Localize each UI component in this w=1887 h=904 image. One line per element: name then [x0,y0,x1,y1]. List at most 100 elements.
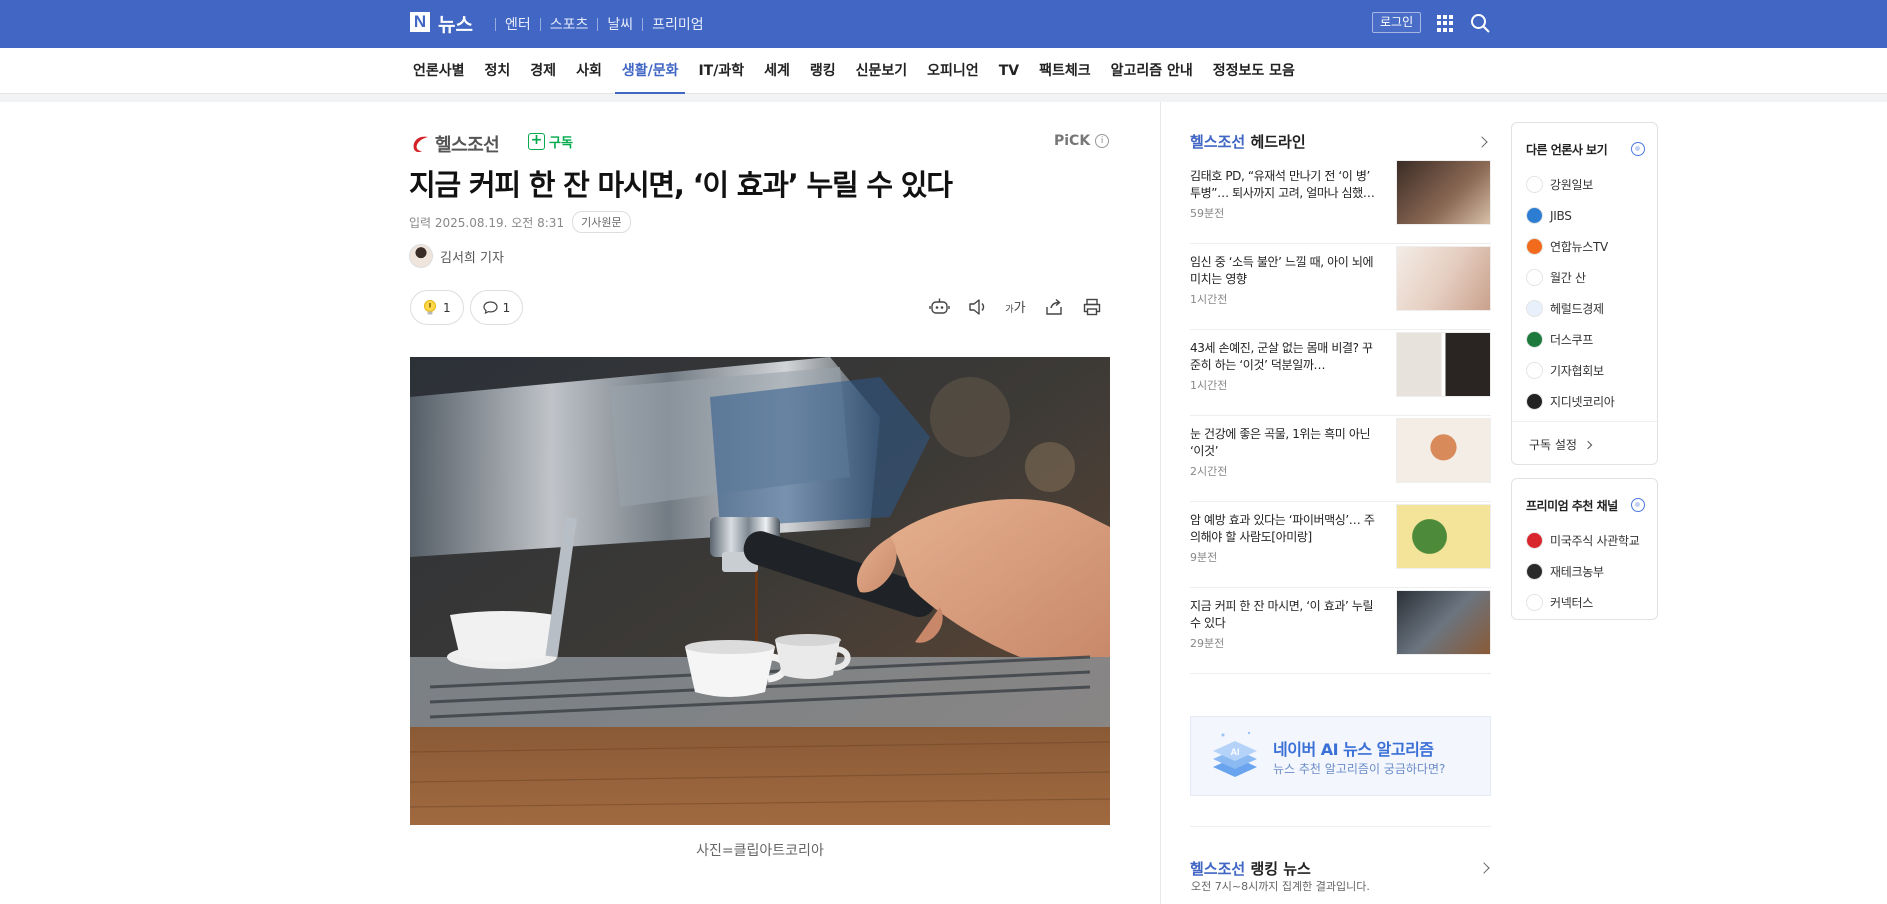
top-nav-premium[interactable]: 프리미엄 [652,14,704,34]
headline-thumbnail[interactable] [1396,590,1491,655]
press-item-name: 강원일보 [1550,178,1593,192]
section-tab[interactable]: 오피니언 [917,48,989,94]
ranking-header[interactable]: 헬스조선 랭킹 뉴스 [1190,858,1311,879]
article-photo[interactable] [410,357,1110,825]
headline-title[interactable]: 암 예방 효과 있다는 ‘파이버맥싱’… 주의해야 할 사람도[아미랑] [1190,512,1378,546]
print-button[interactable] [1081,296,1102,317]
headline-title[interactable]: 43세 손예진, 군살 없는 몸매 비결? 꾸준히 하는 ‘이것’ 덕분일까… [1190,340,1378,374]
subscribe-button[interactable]: + 구독 [528,132,573,151]
section-tab[interactable]: 신문보기 [846,48,918,94]
section-tab[interactable]: 정치 [475,48,521,94]
section-tab[interactable]: TV [989,48,1029,94]
listen-button[interactable] [967,296,988,317]
press-name: 헬스조선 [435,135,500,156]
apps-grid-icon[interactable] [1437,15,1454,32]
headline-thumbnail[interactable] [1396,504,1491,569]
section-tab[interactable]: 사회 [566,48,612,94]
login-button[interactable]: 로그인 [1372,12,1422,33]
headline-time: 1시간전 [1190,293,1228,306]
other-press-panel: 다른 언론사 보기 강원일보 JIBS 연합뉴스TV 월간 산 헤럴드경제 더스쿠프 기자협… [1511,122,1658,465]
summary-bot-button[interactable] [929,296,950,317]
top-nav-weather[interactable]: 날씨 [607,14,633,34]
section-tab[interactable]: 언론사별 [403,48,475,94]
headline-thumbnail[interactable] [1396,160,1491,225]
top-header: N 뉴스 엔터 스포츠 날씨 프리미엄 로그인 [0,0,1887,48]
press-logo[interactable]: 헬스조선 [410,131,500,157]
divider-band [0,94,1887,102]
headline-title[interactable]: 임신 중 ‘소득 불안’ 느낄 때, 아이 뇌에 미치는 영향 [1190,254,1378,288]
section-tab[interactable]: 정정보도 모음 [1203,48,1305,94]
press-item[interactable]: JIBS [1526,200,1614,231]
press-logo-icon [1526,269,1543,286]
settings-label: 구독 설정 [1529,438,1577,452]
list-item[interactable]: 임신 중 ‘소득 불안’ 느낄 때, 아이 뇌에 미치는 영향 1시간전 [1190,244,1491,330]
section-tab[interactable]: IT/과학 [688,48,754,94]
share-button[interactable] [1043,296,1064,317]
photo-caption: 사진=클립아트코리아 [696,843,824,859]
headline-thumbnail[interactable] [1396,246,1491,311]
reaction-button[interactable]: 1 [410,290,464,325]
ai-stack-icon: AI [1213,731,1257,777]
ai-algorithm-banner[interactable]: AI 네이버 AI 뉴스 알고리즘 뉴스 추천 알고리즘이 궁금하다면? [1190,716,1491,796]
ai-banner-title: 네이버 AI 뉴스 알고리즘 [1273,740,1434,759]
top-nav-sports[interactable]: 스포츠 [550,14,589,34]
section-tab[interactable]: 세계 [754,48,800,94]
press-logo-icon [1526,300,1543,317]
original-article-button[interactable]: 기사원문 [572,211,631,233]
refresh-icon[interactable] [1631,498,1645,512]
list-item[interactable]: 43세 손예진, 군살 없는 몸매 비결? 꾸준히 하는 ‘이것’ 덕분일까… … [1190,330,1491,416]
press-item[interactable]: 미국주식 사관학교 [1526,525,1640,556]
headline-time: 59분전 [1190,207,1225,220]
section-tab[interactable]: 랭킹 [800,48,846,94]
press-logo-icon [1526,238,1543,255]
press-item[interactable]: 재테크농부 [1526,556,1639,587]
naver-logo[interactable]: N [410,12,430,32]
press-item[interactable]: 월간 산 [1526,262,1614,293]
press-item[interactable]: 연합뉴스TV [1526,231,1614,262]
section-nav: 언론사별 정치 경제 사회 생활/문화 IT/과학 세계 랭킹 신문보기 오피니언 TV 팩트체크 알고… [0,48,1887,94]
top-nav-entertain[interactable]: 엔터 [505,14,531,34]
pick-badge[interactable]: PiCK i [1054,133,1110,149]
news-logo-text[interactable]: 뉴스 [438,10,473,37]
press-logo-icon [1526,331,1543,348]
section-tab[interactable]: 생활/문화 [612,48,689,94]
comment-button[interactable]: 1 [469,290,524,325]
headline-title[interactable]: 김태호 PD, “유재석 만나기 전 ‘이 병’ 투병”… 퇴사까지 고려, 얼… [1190,168,1378,202]
section-tab[interactable]: 팩트체크 [1029,48,1101,94]
chevron-right-icon[interactable] [1478,862,1490,874]
subscription-settings-link[interactable]: 구독 설정 [1529,436,1593,453]
article-dateline: 입력 2025.08.19. 오전 8:31 기사원문 [409,211,631,233]
press-item-name: 기자협회보 [1550,364,1604,378]
list-item[interactable]: 지금 커피 한 잔 마시면, ‘이 효과’ 누릴 수 있다 29분전 [1190,588,1491,674]
section-tab[interactable]: 알고리즘 안내 [1101,48,1203,94]
press-item[interactable]: 더스쿠프 [1526,324,1614,355]
headline-title[interactable]: 지금 커피 한 잔 마시면, ‘이 효과’ 누릴 수 있다 [1190,598,1378,632]
list-item[interactable]: 암 예방 효과 있다는 ‘파이버맥싱’… 주의해야 할 사람도[아미랑] 9분전 [1190,502,1491,588]
press-item[interactable]: 커넥터스 [1526,587,1639,618]
article-tools: 가 가 [929,296,1102,317]
refresh-icon[interactable] [1631,142,1645,156]
column-divider [1160,102,1161,904]
font-size-button[interactable]: 가 가 [1005,296,1026,317]
headline-thumbnail[interactable] [1396,418,1491,483]
press-item[interactable]: 지디넷코리아 [1526,386,1615,417]
author[interactable]: 김서희 기자 [409,244,504,268]
premium-title: 프리미엄 추천 채널 [1526,499,1618,513]
section-tab[interactable]: 경제 [520,48,566,94]
headline-title[interactable]: 눈 건강에 좋은 곡물, 1위는 흑미 아닌 ‘이것’ [1190,426,1378,460]
press-item[interactable]: 강원일보 [1526,169,1614,200]
list-item[interactable]: 눈 건강에 좋은 곡물, 1위는 흑미 아닌 ‘이것’ 2시간전 [1190,416,1491,502]
chevron-right-icon [1583,440,1593,450]
headline-thumbnail[interactable] [1396,332,1491,397]
info-icon[interactable]: i [1095,134,1110,148]
ranking-subtitle: 오전 7시~8시까지 집계한 결과입니다. [1191,880,1370,893]
press-item[interactable]: 헤럴드경제 [1526,293,1614,324]
avatar [409,244,433,268]
press-item-name: 연합뉴스TV [1550,240,1608,254]
chevron-right-icon[interactable] [1476,136,1488,148]
press-item[interactable]: 기자협회보 [1526,355,1614,386]
press-headline-header[interactable]: 헬스조선 헤드라인 [1190,131,1306,152]
lightbulb-icon [424,299,436,314]
search-icon[interactable] [1470,13,1491,34]
list-item[interactable]: 김태호 PD, “유재석 만나기 전 ‘이 병’ 투병”… 퇴사까지 고려, 얼… [1190,158,1491,244]
